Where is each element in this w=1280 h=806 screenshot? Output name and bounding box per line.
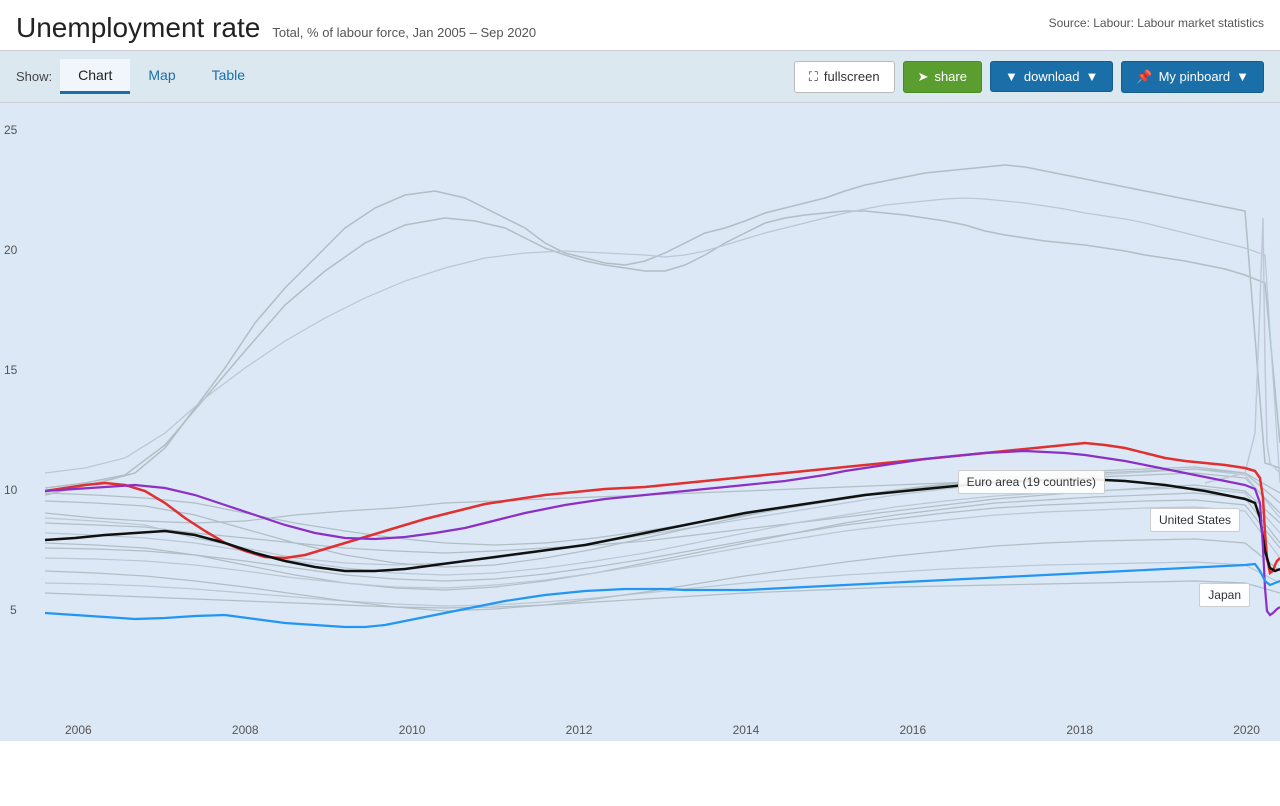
tab-table[interactable]: Table xyxy=(194,59,263,94)
tooltip-us: United States xyxy=(1150,508,1240,532)
tooltip-euro-label: Euro area (19 countries) xyxy=(967,475,1096,489)
source-text: Source: Labour: Labour market statistics xyxy=(1049,12,1264,30)
y-label-10: 10 xyxy=(4,483,17,497)
y-label-5: 5 xyxy=(10,603,17,617)
chart-svg xyxy=(45,103,1280,711)
tooltip-japan: Japan xyxy=(1199,583,1250,607)
fullscreen-icon: ⛶ xyxy=(809,69,818,85)
y-label-20: 20 xyxy=(4,243,17,257)
show-label: Show: xyxy=(16,69,52,84)
download-icon: ▼ xyxy=(1005,69,1018,84)
tooltip-us-label: United States xyxy=(1159,513,1231,527)
download-chevron-icon: ▼ xyxy=(1086,69,1099,84)
tooltip-japan-label: Japan xyxy=(1208,588,1241,602)
header: Unemployment rate Total, % of labour for… xyxy=(0,0,1280,50)
pin-icon: 📌 xyxy=(1136,69,1152,85)
share-icon: ➤ xyxy=(918,69,929,85)
toolbar: Show: Chart Map Table ⛶ fullscreen ➤ sha… xyxy=(0,50,1280,103)
x-label-2016: 2016 xyxy=(899,723,926,737)
x-label-2012: 2012 xyxy=(566,723,593,737)
y-label-25: 25 xyxy=(4,123,17,137)
pinboard-chevron-icon: ▼ xyxy=(1236,69,1249,84)
tab-map[interactable]: Map xyxy=(130,59,193,94)
x-label-2014: 2014 xyxy=(733,723,760,737)
download-button[interactable]: ▼ download ▼ xyxy=(990,61,1113,92)
tab-chart[interactable]: Chart xyxy=(60,59,130,94)
page-title: Unemployment rate xyxy=(16,12,260,44)
x-axis: 2006 2008 2010 2012 2014 2016 2018 2020 xyxy=(45,723,1280,737)
x-label-2008: 2008 xyxy=(232,723,259,737)
share-button[interactable]: ➤ share xyxy=(903,61,982,93)
pinboard-button[interactable]: 📌 My pinboard ▼ xyxy=(1121,61,1264,93)
y-label-15: 15 xyxy=(4,363,17,377)
x-label-2018: 2018 xyxy=(1066,723,1093,737)
x-label-2006: 2006 xyxy=(65,723,92,737)
subtitle: Total, % of labour force, Jan 2005 – Sep… xyxy=(272,25,536,40)
chart-area: 25 20 15 10 5 xyxy=(0,103,1280,741)
x-label-2020: 2020 xyxy=(1233,723,1260,737)
fullscreen-button[interactable]: ⛶ fullscreen xyxy=(794,61,895,93)
x-label-2010: 2010 xyxy=(399,723,426,737)
tooltip-euro-area: Euro area (19 countries) xyxy=(958,470,1105,494)
